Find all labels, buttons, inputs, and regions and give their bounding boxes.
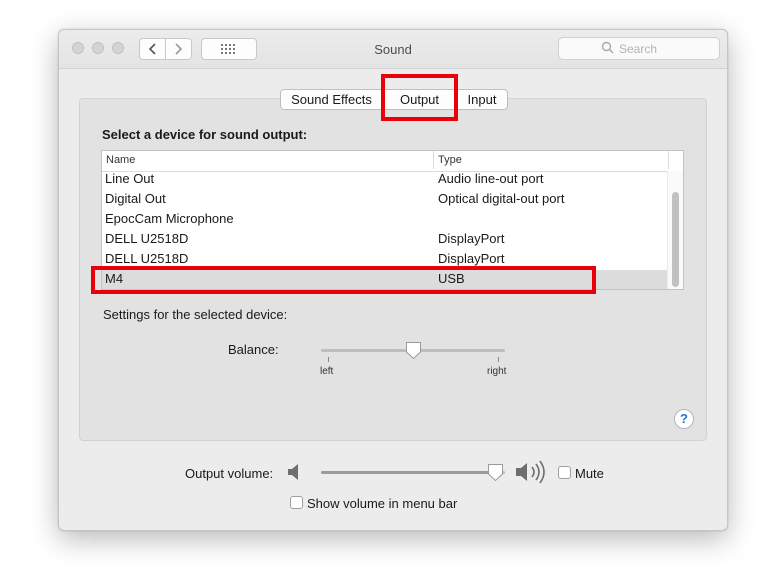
vertical-scrollbar[interactable] <box>667 171 683 289</box>
search-placeholder: Search <box>619 42 658 56</box>
column-header-type[interactable]: Type <box>438 154 462 166</box>
output-tab-highlight <box>381 74 458 121</box>
tab-input[interactable]: Input <box>456 89 508 110</box>
column-divider <box>433 151 434 169</box>
volume-slider-knob[interactable] <box>487 463 504 482</box>
table-row[interactable]: EpocCam Microphone <box>102 210 668 230</box>
table-row[interactable]: Digital Out Optical digital-out port <box>102 190 668 210</box>
search-field[interactable]: Search <box>558 37 720 60</box>
show-volume-checkbox[interactable] <box>290 496 303 509</box>
tab-sound-effects[interactable]: Sound Effects <box>280 89 383 110</box>
device-name: DELL U2518D <box>105 231 189 246</box>
balance-tick-right <box>498 357 499 362</box>
table-header: Name Type <box>102 151 669 172</box>
device-type: DisplayPort <box>438 231 505 246</box>
table-row[interactable]: DELL U2518D DisplayPort <box>102 230 668 250</box>
column-header-name[interactable]: Name <box>106 154 135 166</box>
balance-right-label: right <box>487 366 507 377</box>
table-row[interactable]: Line Out Audio line-out port <box>102 170 668 190</box>
device-type: DisplayPort <box>438 251 505 266</box>
magnifier-icon <box>601 41 614 54</box>
device-type: Optical digital-out port <box>438 191 565 206</box>
settings-caption: Settings for the selected device: <box>103 307 288 322</box>
help-button[interactable]: ? <box>674 409 694 429</box>
column-divider <box>668 151 669 169</box>
speaker-low-icon <box>288 464 298 480</box>
mute-label[interactable]: Mute <box>575 466 604 481</box>
output-volume-label: Output volume: <box>185 466 274 481</box>
mute-checkbox[interactable] <box>558 466 571 479</box>
volume-fill <box>321 471 496 474</box>
sound-preferences-window: Sound Search Sound Effects Output Input … <box>58 29 728 531</box>
device-section-heading: Select a device for sound output: <box>102 127 308 142</box>
device-name: EpocCam Microphone <box>105 211 234 226</box>
device-name: DELL U2518D <box>105 251 189 266</box>
title-bar: Sound Search <box>59 30 727 69</box>
balance-slider-knob[interactable] <box>405 341 422 360</box>
speaker-high-icon <box>516 460 545 484</box>
selected-device-highlight <box>91 266 596 294</box>
balance-left-label: left <box>320 366 334 377</box>
device-type: Audio line-out port <box>438 171 544 186</box>
show-volume-label[interactable]: Show volume in menu bar <box>307 496 457 511</box>
balance-tick-left <box>328 357 329 362</box>
balance-label: Balance: <box>228 342 279 357</box>
scrollbar-thumb[interactable] <box>672 192 679 287</box>
device-name: Line Out <box>105 171 155 186</box>
device-name: Digital Out <box>105 191 166 206</box>
